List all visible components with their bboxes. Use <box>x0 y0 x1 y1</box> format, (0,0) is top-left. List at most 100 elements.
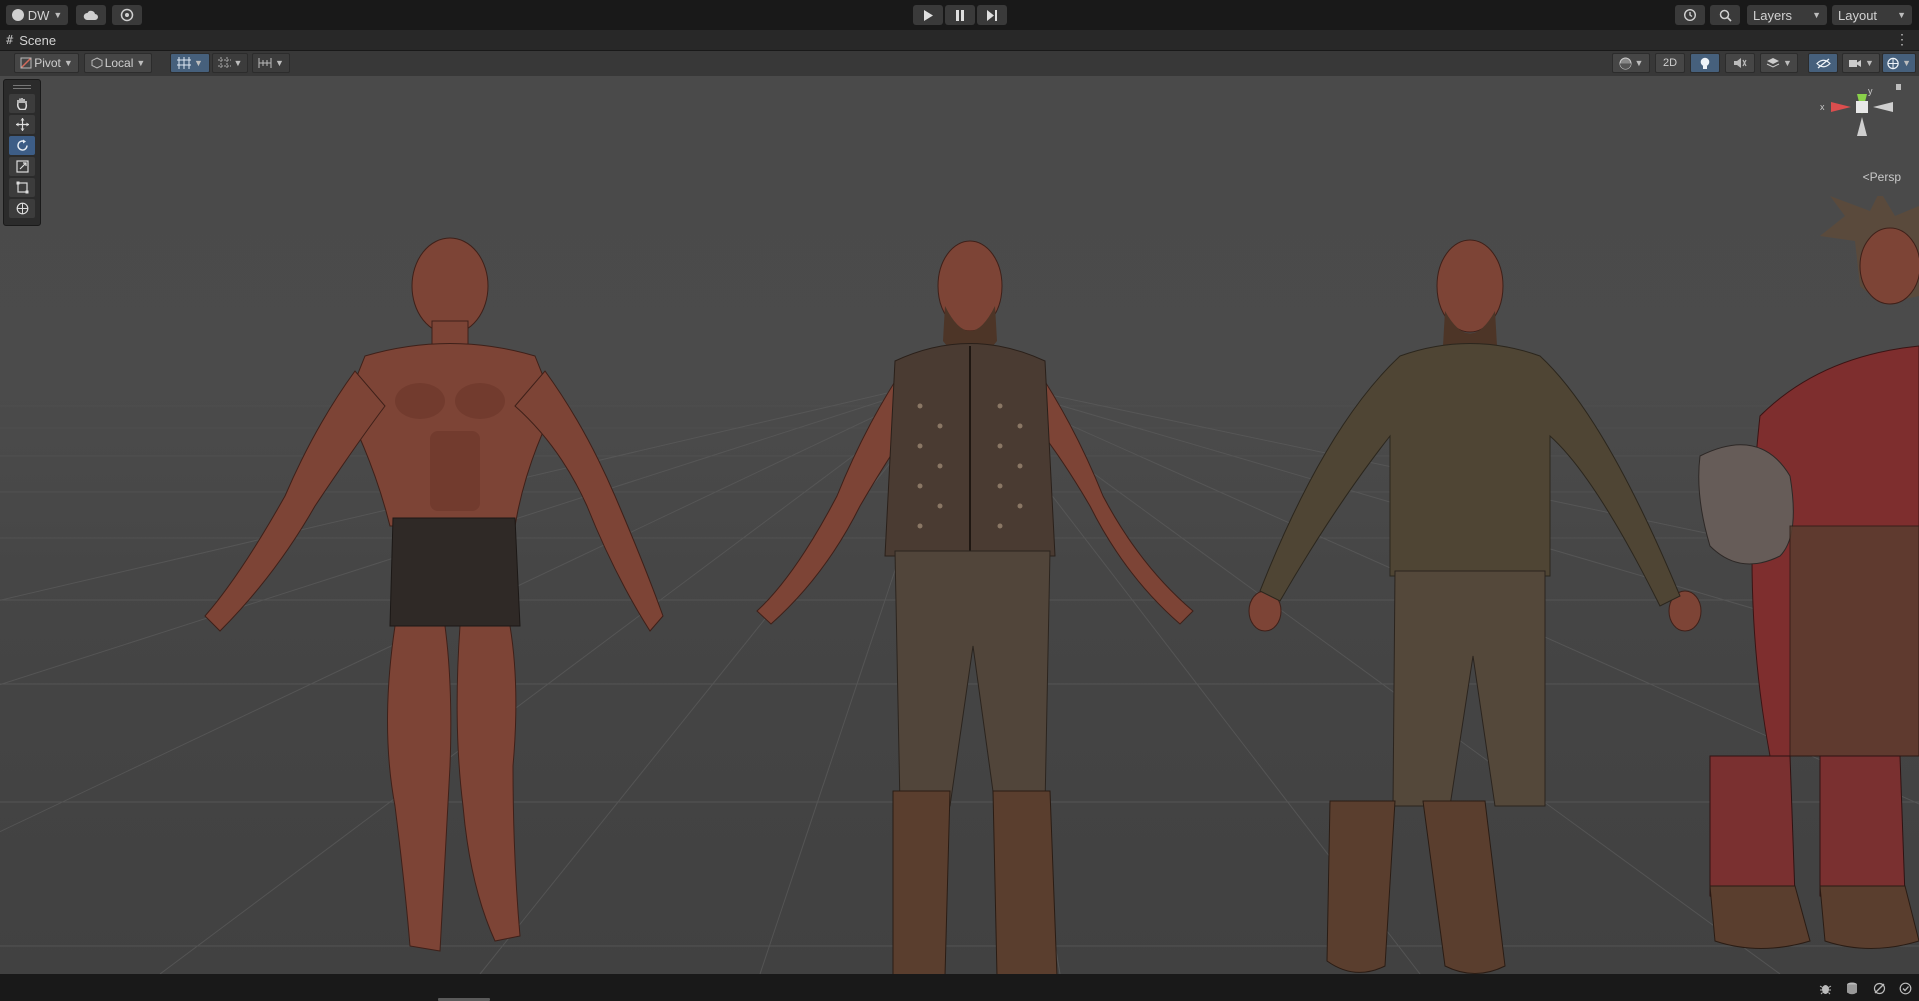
gizmo-x-label: x <box>1820 102 1825 112</box>
hand-tool[interactable] <box>9 94 35 113</box>
rect-tool[interactable] <box>9 178 35 197</box>
move-tool[interactable] <box>9 115 35 134</box>
pivot-label: Pivot <box>34 56 61 70</box>
gizmo-y-label: y <box>1868 86 1873 96</box>
layout-dropdown[interactable]: Layout ▼ <box>1832 5 1912 25</box>
account-icon <box>11 9 24 21</box>
scale-tool[interactable] <box>9 157 35 176</box>
bug-status-button[interactable] <box>1816 979 1834 997</box>
grid-snap-icon <box>177 57 192 69</box>
transform-globe-icon <box>16 202 28 215</box>
cloud-button[interactable] <box>76 5 106 25</box>
bug-icon <box>1819 984 1831 994</box>
chevron-down-icon: ▼ <box>136 58 146 68</box>
tab-scene[interactable]: # Scene <box>6 30 56 50</box>
shading-mode-dropdown[interactable]: ▼ <box>1612 53 1650 73</box>
collab-button[interactable] <box>112 5 142 25</box>
account-dropdown[interactable]: DW ▼ <box>6 5 68 25</box>
play-button[interactable] <box>913 5 943 25</box>
transform-tool[interactable] <box>9 199 35 218</box>
search-button[interactable] <box>1710 5 1740 25</box>
audio-toggle-button[interactable] <box>1725 53 1755 73</box>
chevron-down-icon: ▼ <box>1897 10 1906 20</box>
pivot-icon <box>20 57 32 69</box>
shading-sphere-icon <box>1619 57 1632 69</box>
pivot-dropdown[interactable]: Pivot ▼ <box>14 53 79 73</box>
scene-toolbar: Pivot ▼ Local ▼ ▼ ▼ ▼ ▼ 2D ▼ ▼ ▼ <box>0 51 1919 77</box>
gizmo-neg-y-cone[interactable] <box>1857 117 1867 136</box>
scene-icon: # <box>6 33 14 47</box>
chevron-down-icon: ▼ <box>1865 58 1874 68</box>
rotate-icon <box>16 139 28 151</box>
chevron-down-icon: ▼ <box>275 58 284 68</box>
hand-icon <box>17 98 28 110</box>
gizmo-center-cube[interactable] <box>1856 101 1868 113</box>
figure-armored-partial[interactable] <box>1680 196 1919 974</box>
lock-icon[interactable] <box>1896 84 1901 90</box>
gizmos-dropdown[interactable]: ▼ <box>1882 53 1916 73</box>
chevron-down-icon: ▼ <box>1634 58 1644 68</box>
gizmos-globe-icon <box>1887 57 1899 69</box>
more-options-icon[interactable]: ⋮ <box>1895 31 1909 48</box>
eye-slash-icon <box>1815 57 1831 69</box>
effects-layers-icon <box>1766 58 1780 68</box>
camera-dropdown[interactable]: ▼ <box>1842 53 1880 73</box>
chevron-down-icon: ▼ <box>1902 58 1911 68</box>
figure-bare-muscular[interactable] <box>195 206 675 974</box>
projection-toggle[interactable]: <Persp <box>1863 170 1901 184</box>
step-icon <box>986 9 997 21</box>
pause-button[interactable] <box>945 5 975 25</box>
chevron-down-icon: ▼ <box>53 10 63 20</box>
layers-label: Layers <box>1753 7 1793 23</box>
tab-scene-label: Scene <box>19 32 57 48</box>
network-status-button[interactable] <box>1870 979 1888 997</box>
gizmo-x-cone[interactable] <box>1831 102 1851 112</box>
database-icon <box>1847 982 1857 994</box>
history-button[interactable] <box>1675 5 1705 25</box>
palette-grip-handle[interactable] <box>13 85 31 89</box>
check-status-button[interactable] <box>1896 979 1914 997</box>
window-tab-bar: # Scene ⋮ <box>0 30 1919 51</box>
local-dropdown[interactable]: Local ▼ <box>84 53 152 73</box>
chevron-down-icon: ▼ <box>1783 58 1792 68</box>
collab-icon <box>120 8 134 22</box>
play-icon <box>924 9 933 21</box>
gizmo-neg-x-cone[interactable] <box>1873 102 1893 112</box>
grid-settings-icon <box>217 57 231 69</box>
history-icon <box>1683 8 1697 22</box>
scene-visibility-button[interactable] <box>1808 53 1838 73</box>
rotate-tool[interactable] <box>9 136 35 155</box>
persp-label: Persp <box>1869 170 1901 184</box>
camera-icon <box>1849 59 1862 67</box>
grid-snap-button[interactable]: ▼ <box>170 53 210 73</box>
2d-toggle-button[interactable]: 2D <box>1655 53 1685 73</box>
figure-studded-vest[interactable] <box>745 206 1205 974</box>
effects-dropdown[interactable]: ▼ <box>1760 53 1798 73</box>
scene-viewport[interactable]: y x <Persp <box>0 76 1919 974</box>
cache-status-button[interactable] <box>1843 979 1861 997</box>
tool-palette <box>3 79 41 226</box>
layout-label: Layout <box>1838 7 1878 23</box>
network-off-icon <box>1873 982 1885 994</box>
chevron-down-icon: ▼ <box>1812 10 1821 20</box>
move-arrows-icon <box>15 118 29 131</box>
main-toolbar: DW ▼ Layers ▼ Layout ▼ <box>0 0 1919 30</box>
lightbulb-icon <box>1700 57 1710 69</box>
check-circle-icon <box>1899 982 1911 994</box>
lighting-toggle-button[interactable] <box>1690 53 1720 73</box>
search-icon <box>1719 9 1732 22</box>
step-button[interactable] <box>977 5 1007 25</box>
layers-dropdown[interactable]: Layers ▼ <box>1747 5 1827 25</box>
local-icon <box>91 57 103 69</box>
account-label: DW <box>27 7 50 23</box>
audio-mute-icon <box>1734 58 1747 68</box>
chevron-down-icon: ▼ <box>233 58 243 68</box>
figure-brown-tunic[interactable] <box>1245 206 1705 974</box>
scale-icon <box>15 160 29 173</box>
increment-snap-button[interactable]: ▼ <box>252 53 290 73</box>
pause-icon <box>956 9 964 21</box>
grid-settings-button[interactable]: ▼ <box>212 53 248 73</box>
local-label: Local <box>104 56 134 70</box>
chevron-down-icon: ▼ <box>63 58 73 68</box>
increment-snap-icon <box>258 58 272 68</box>
